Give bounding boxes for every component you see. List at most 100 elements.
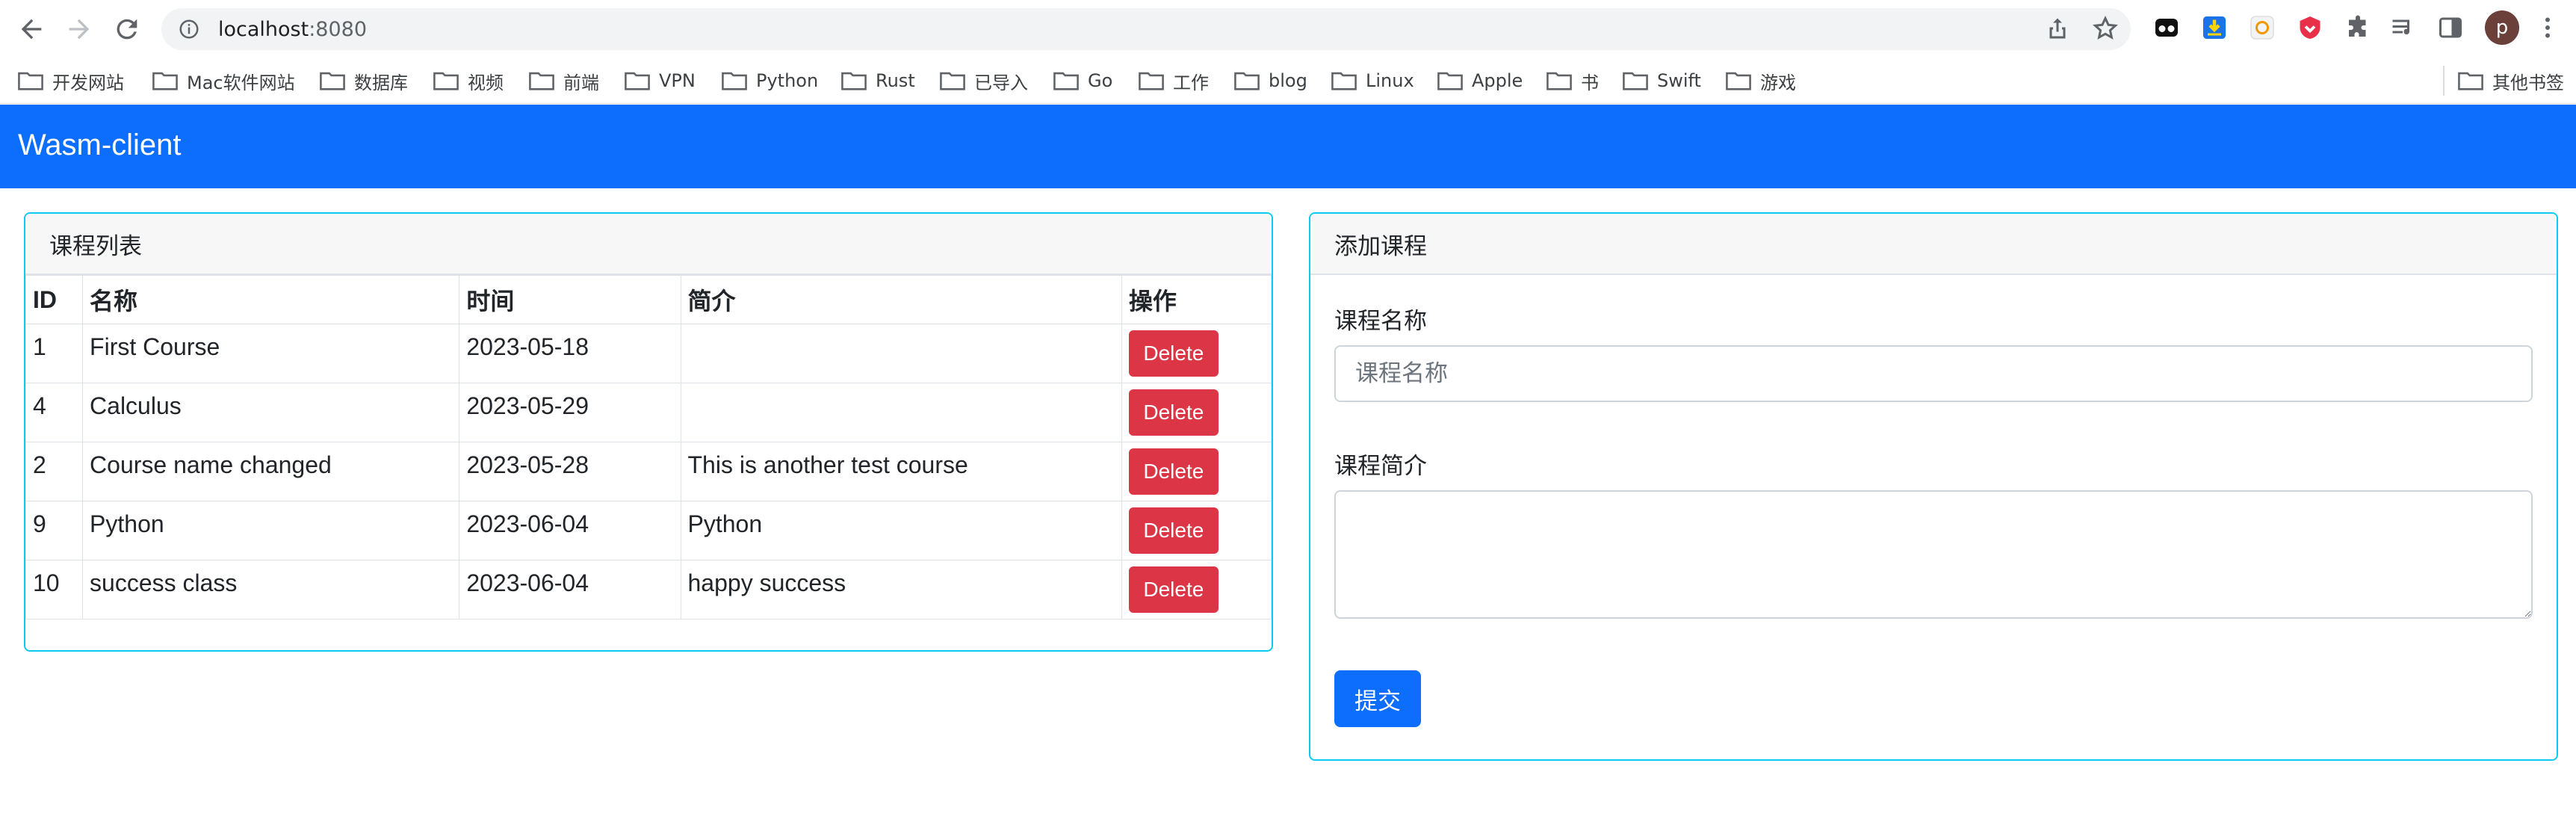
cell-time: 2023-05-18	[459, 324, 681, 383]
cell-id: 9	[25, 501, 84, 560]
course-list-card: 课程列表 ID 名称 时间 简介 操作 1 First Course 2023-…	[24, 212, 1273, 652]
forward-arrow-icon[interactable]	[64, 14, 94, 44]
cell-name: success class	[82, 560, 460, 620]
folder-icon	[152, 72, 178, 90]
bookmark-star-icon[interactable]	[2092, 15, 2119, 42]
folder-icon	[1726, 72, 1751, 90]
bookmark-folder[interactable]: Go	[1053, 69, 1112, 93]
cell-action: Delete	[1121, 560, 1272, 620]
table-row: 4 Calculus 2023-05-29 Delete	[25, 383, 1272, 442]
folder-icon	[1623, 72, 1648, 90]
folder-icon	[1331, 72, 1357, 90]
course-list-title: 课程列表	[25, 214, 1272, 275]
bookmark-folder[interactable]: Python	[722, 69, 818, 93]
bookmark-folder[interactable]: 工作	[1139, 69, 1209, 93]
course-table: ID 名称 时间 简介 操作 1 First Course 2023-05-18…	[25, 275, 1272, 620]
folder-icon	[529, 72, 554, 90]
extension-3-icon[interactable]	[2249, 14, 2276, 41]
download-extension-icon[interactable]	[2201, 14, 2228, 41]
column-header-action: 操作	[1121, 275, 1272, 324]
delete-button[interactable]: Delete	[1128, 566, 1219, 613]
bookmark-folder[interactable]: 数据库	[320, 69, 408, 93]
column-header-name: 名称	[82, 275, 460, 324]
cell-id: 1	[25, 324, 84, 383]
bookmark-folder[interactable]: 游戏	[1726, 69, 1796, 93]
bookmark-folder[interactable]: 开发网站	[18, 69, 124, 93]
cell-time: 2023-05-29	[459, 383, 681, 442]
bookmark-folder[interactable]: Linux	[1331, 69, 1414, 93]
media-queue-icon[interactable]	[2389, 14, 2416, 41]
folder-icon	[625, 72, 650, 90]
bookmark-folder[interactable]: blog	[1234, 69, 1307, 93]
table-row: 2 Course name changed 2023-05-28 This is…	[25, 442, 1272, 501]
reload-icon[interactable]	[112, 14, 142, 44]
bookmarks-bar: 开发网站 Mac软件网站 数据库 视频 前端 VPN Python Rust 已…	[0, 58, 2576, 104]
menu-kebab-icon[interactable]	[2534, 14, 2561, 41]
course-name-input[interactable]	[1334, 345, 2533, 402]
bookmark-folder[interactable]: Swift	[1623, 69, 1701, 93]
add-course-form: 课程名称 课程简介 提交	[1310, 302, 2557, 727]
extensions-puzzle-icon[interactable]	[2344, 14, 2371, 41]
address-bar[interactable]: localhost:8080	[161, 8, 2131, 50]
cell-action: Delete	[1121, 501, 1272, 560]
bookmark-folder[interactable]: 前端	[529, 69, 599, 93]
table-header-row: ID 名称 时间 简介 操作	[25, 275, 1272, 324]
other-bookmarks-folder[interactable]: 其他书签	[2458, 69, 2564, 93]
course-desc-textarea[interactable]	[1334, 490, 2533, 619]
app-brand[interactable]: Wasm-client	[18, 129, 182, 162]
cell-action: Delete	[1121, 442, 1272, 501]
submit-button[interactable]: 提交	[1334, 670, 1421, 727]
cell-desc	[680, 324, 1122, 383]
cell-desc: Python	[680, 501, 1122, 560]
share-icon[interactable]	[2044, 15, 2071, 42]
course-name-label: 课程名称	[1334, 308, 1427, 334]
delete-button[interactable]: Delete	[1128, 507, 1219, 554]
add-course-card: 添加课程 课程名称 课程简介 提交	[1309, 212, 2558, 761]
folder-icon	[1139, 72, 1164, 90]
cell-id: 10	[25, 560, 84, 620]
folder-icon	[940, 72, 965, 90]
bookmark-folder[interactable]: 已导入	[940, 69, 1028, 93]
bookmark-folder[interactable]: Apple	[1437, 69, 1523, 93]
cell-name: First Course	[82, 324, 460, 383]
url-text: localhost:8080	[218, 17, 368, 41]
table-row: 1 First Course 2023-05-18 Delete	[25, 324, 1272, 383]
folder-icon	[18, 72, 43, 90]
bookmark-folder[interactable]: Rust	[841, 69, 915, 93]
delete-button[interactable]: Delete	[1128, 330, 1219, 377]
back-arrow-icon[interactable]	[16, 14, 46, 44]
cell-name: Python	[82, 501, 460, 560]
folder-icon	[2458, 72, 2483, 90]
table-row: 10 success class 2023-06-04 happy succes…	[25, 560, 1272, 620]
bookmarks-divider	[2443, 66, 2445, 96]
cell-id: 2	[25, 442, 84, 501]
browser-toolbar: localhost:8080 p	[0, 0, 2576, 58]
bookmark-folder[interactable]: VPN	[625, 69, 696, 93]
add-course-title: 添加课程	[1310, 214, 2557, 275]
bookmark-folder[interactable]: 视频	[433, 69, 504, 93]
bookmark-folder[interactable]: 书	[1546, 69, 1599, 93]
app-navbar: Wasm-client	[0, 105, 2576, 188]
delete-button[interactable]: Delete	[1128, 389, 1219, 436]
folder-icon	[433, 72, 459, 90]
folder-icon	[841, 72, 867, 90]
delete-button[interactable]: Delete	[1128, 448, 1219, 495]
cell-time: 2023-06-04	[459, 560, 681, 620]
column-header-desc: 简介	[680, 275, 1122, 324]
cell-time: 2023-06-04	[459, 501, 681, 560]
cell-desc: happy success	[680, 560, 1122, 620]
folder-icon	[1053, 72, 1079, 90]
extension-1-icon[interactable]	[2153, 14, 2180, 41]
folder-icon	[1437, 72, 1463, 90]
cell-action: Delete	[1121, 324, 1272, 383]
shield-extension-icon[interactable]	[2297, 14, 2323, 41]
folder-icon	[1546, 72, 1572, 90]
cell-desc	[680, 383, 1122, 442]
profile-avatar[interactable]: p	[2485, 10, 2519, 45]
cell-desc: This is another test course	[680, 442, 1122, 501]
bookmark-folder[interactable]: Mac软件网站	[152, 69, 295, 93]
site-info-icon[interactable]	[178, 18, 200, 40]
cell-name: Calculus	[82, 383, 460, 442]
folder-icon	[722, 72, 747, 90]
side-panel-icon[interactable]	[2437, 14, 2464, 41]
